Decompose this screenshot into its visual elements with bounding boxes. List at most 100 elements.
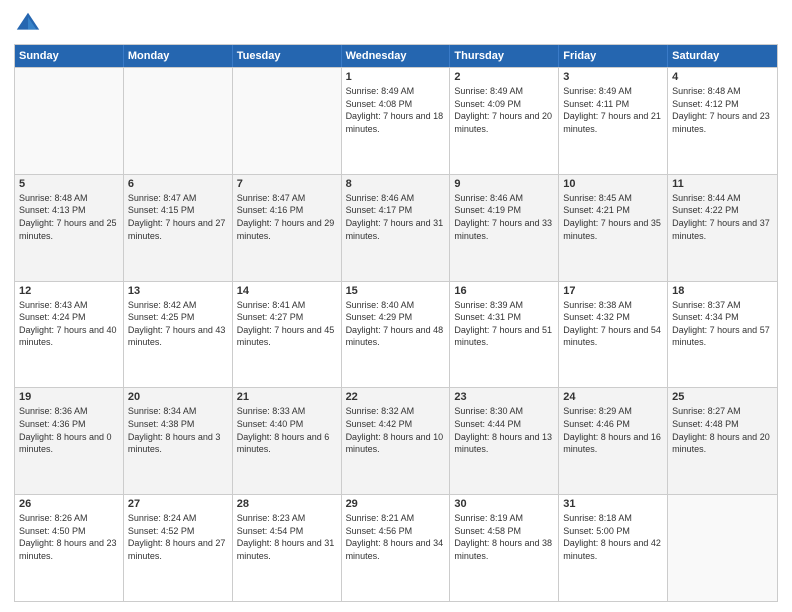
day-number: 30 (454, 498, 554, 510)
cal-day-1: 1Sunrise: 8:49 AM Sunset: 4:08 PM Daylig… (342, 68, 451, 174)
cal-day-30: 30 Sunrise: 8:19 AM Sunset: 4:58 PM Dayli… (450, 495, 559, 601)
day-number: 17 (563, 285, 663, 297)
day-number: 16 (454, 285, 554, 297)
cal-week-4: 19Sunrise: 8:36 AM Sunset: 4:36 PM Dayli… (15, 387, 777, 494)
calendar-header: SundayMondayTuesdayWednesdayThursdayFrid… (15, 45, 777, 67)
header (14, 10, 778, 38)
cal-day-4: 4 Sunrise: 8:48 AM Sunset: 4:12 PM Daylig… (668, 68, 777, 174)
day-number: 12 (19, 285, 119, 297)
day-number: 25 (672, 391, 773, 403)
day-info: Sunrise: 8:49 AM Sunset: 4:11 PM Dayligh… (563, 85, 663, 135)
day-number: 23 (454, 391, 554, 403)
logo (14, 10, 46, 38)
day-info: Sunrise: 8:47 AM Sunset: 4:16 PM Dayligh… (237, 192, 337, 242)
cal-header-sunday: Sunday (15, 45, 124, 67)
cal-header-thursday: Thursday (450, 45, 559, 67)
day-info: Sunrise: 8:42 AM Sunset: 4:25 PM Dayligh… (128, 299, 228, 349)
day-info: Sunrise: 8:41 AM Sunset: 4:27 PM Dayligh… (237, 299, 337, 349)
page: SundayMondayTuesdayWednesdayThursdayFrid… (0, 0, 792, 612)
day-number: 19 (19, 391, 119, 403)
cal-day-empty (15, 68, 124, 174)
day-info: Sunrise: 8:24 AM Sunset: 4:52 PM Dayligh… (128, 512, 228, 562)
cal-day-10: 10 Sunrise: 8:45 AM Sunset: 4:21 PM Dayli… (559, 175, 668, 281)
cal-day-28: 28 Sunrise: 8:23 AM Sunset: 4:54 PM Dayli… (233, 495, 342, 601)
day-info: Sunrise: 8:47 AM Sunset: 4:15 PM Dayligh… (128, 192, 228, 242)
day-info: Sunrise: 8:43 AM Sunset: 4:24 PM Dayligh… (19, 299, 119, 349)
cal-day-empty (668, 495, 777, 601)
cal-header-wednesday: Wednesday (342, 45, 451, 67)
cal-day-17: 17 Sunrise: 8:38 AM Sunset: 4:32 PM Dayli… (559, 282, 668, 388)
cal-day-14: 14 Sunrise: 8:41 AM Sunset: 4:27 PM Dayli… (233, 282, 342, 388)
cal-header-tuesday: Tuesday (233, 45, 342, 67)
day-number: 3 (563, 71, 663, 83)
cal-day-empty (124, 68, 233, 174)
day-info: Sunrise: 8:19 AM Sunset: 4:58 PM Dayligh… (454, 512, 554, 562)
cal-day-31: 31Sunrise: 8:18 AM Sunset: 5:00 PM Dayli… (559, 495, 668, 601)
cal-day-7: 7 Sunrise: 8:47 AM Sunset: 4:16 PM Daylig… (233, 175, 342, 281)
cal-day-15: 15 Sunrise: 8:40 AM Sunset: 4:29 PM Dayli… (342, 282, 451, 388)
day-number: 20 (128, 391, 228, 403)
calendar-body: 1Sunrise: 8:49 AM Sunset: 4:08 PM Daylig… (15, 67, 777, 601)
cal-week-1: 1Sunrise: 8:49 AM Sunset: 4:08 PM Daylig… (15, 67, 777, 174)
cal-day-3: 3 Sunrise: 8:49 AM Sunset: 4:11 PM Daylig… (559, 68, 668, 174)
day-info: Sunrise: 8:40 AM Sunset: 4:29 PM Dayligh… (346, 299, 446, 349)
day-number: 9 (454, 178, 554, 190)
logo-icon (14, 10, 42, 38)
cal-day-24: 24 Sunrise: 8:29 AM Sunset: 4:46 PM Dayli… (559, 388, 668, 494)
day-number: 5 (19, 178, 119, 190)
day-info: Sunrise: 8:44 AM Sunset: 4:22 PM Dayligh… (672, 192, 773, 242)
cal-day-2: 2Sunrise: 8:49 AM Sunset: 4:09 PM Daylig… (450, 68, 559, 174)
day-number: 22 (346, 391, 446, 403)
day-info: Sunrise: 8:37 AM Sunset: 4:34 PM Dayligh… (672, 299, 773, 349)
cal-day-26: 26 Sunrise: 8:26 AM Sunset: 4:50 PM Dayli… (15, 495, 124, 601)
cal-day-16: 16Sunrise: 8:39 AM Sunset: 4:31 PM Dayli… (450, 282, 559, 388)
cal-day-22: 22 Sunrise: 8:32 AM Sunset: 4:42 PM Dayli… (342, 388, 451, 494)
day-number: 7 (237, 178, 337, 190)
cal-day-12: 12 Sunrise: 8:43 AM Sunset: 4:24 PM Dayli… (15, 282, 124, 388)
cal-day-27: 27 Sunrise: 8:24 AM Sunset: 4:52 PM Dayli… (124, 495, 233, 601)
day-number: 26 (19, 498, 119, 510)
cal-day-13: 13 Sunrise: 8:42 AM Sunset: 4:25 PM Dayli… (124, 282, 233, 388)
day-number: 24 (563, 391, 663, 403)
day-number: 4 (672, 71, 773, 83)
day-number: 15 (346, 285, 446, 297)
day-number: 8 (346, 178, 446, 190)
cal-header-friday: Friday (559, 45, 668, 67)
day-info: Sunrise: 8:29 AM Sunset: 4:46 PM Dayligh… (563, 405, 663, 455)
cal-day-29: 29Sunrise: 8:21 AM Sunset: 4:56 PM Dayli… (342, 495, 451, 601)
day-info: Sunrise: 8:32 AM Sunset: 4:42 PM Dayligh… (346, 405, 446, 455)
cal-day-20: 20Sunrise: 8:34 AM Sunset: 4:38 PM Dayli… (124, 388, 233, 494)
day-info: Sunrise: 8:33 AM Sunset: 4:40 PM Dayligh… (237, 405, 337, 455)
day-number: 28 (237, 498, 337, 510)
cal-day-23: 23 Sunrise: 8:30 AM Sunset: 4:44 PM Dayli… (450, 388, 559, 494)
cal-day-19: 19Sunrise: 8:36 AM Sunset: 4:36 PM Dayli… (15, 388, 124, 494)
cal-day-11: 11 Sunrise: 8:44 AM Sunset: 4:22 PM Dayli… (668, 175, 777, 281)
day-info: Sunrise: 8:30 AM Sunset: 4:44 PM Dayligh… (454, 405, 554, 455)
day-info: Sunrise: 8:46 AM Sunset: 4:19 PM Dayligh… (454, 192, 554, 242)
cal-header-monday: Monday (124, 45, 233, 67)
day-number: 11 (672, 178, 773, 190)
day-number: 14 (237, 285, 337, 297)
day-info: Sunrise: 8:26 AM Sunset: 4:50 PM Dayligh… (19, 512, 119, 562)
day-number: 27 (128, 498, 228, 510)
day-info: Sunrise: 8:48 AM Sunset: 4:12 PM Dayligh… (672, 85, 773, 135)
day-info: Sunrise: 8:27 AM Sunset: 4:48 PM Dayligh… (672, 405, 773, 455)
day-info: Sunrise: 8:45 AM Sunset: 4:21 PM Dayligh… (563, 192, 663, 242)
day-info: Sunrise: 8:38 AM Sunset: 4:32 PM Dayligh… (563, 299, 663, 349)
day-info: Sunrise: 8:48 AM Sunset: 4:13 PM Dayligh… (19, 192, 119, 242)
day-number: 18 (672, 285, 773, 297)
day-number: 10 (563, 178, 663, 190)
day-info: Sunrise: 8:49 AM Sunset: 4:09 PM Dayligh… (454, 85, 554, 135)
day-info: Sunrise: 8:23 AM Sunset: 4:54 PM Dayligh… (237, 512, 337, 562)
cal-day-18: 18 Sunrise: 8:37 AM Sunset: 4:34 PM Dayli… (668, 282, 777, 388)
cal-day-25: 25 Sunrise: 8:27 AM Sunset: 4:48 PM Dayli… (668, 388, 777, 494)
cal-week-2: 5 Sunrise: 8:48 AM Sunset: 4:13 PM Daylig… (15, 174, 777, 281)
cal-week-3: 12 Sunrise: 8:43 AM Sunset: 4:24 PM Dayli… (15, 281, 777, 388)
cal-day-21: 21Sunrise: 8:33 AM Sunset: 4:40 PM Dayli… (233, 388, 342, 494)
cal-day-empty (233, 68, 342, 174)
cal-header-saturday: Saturday (668, 45, 777, 67)
cal-day-8: 8Sunrise: 8:46 AM Sunset: 4:17 PM Daylig… (342, 175, 451, 281)
day-number: 13 (128, 285, 228, 297)
day-number: 29 (346, 498, 446, 510)
day-number: 1 (346, 71, 446, 83)
